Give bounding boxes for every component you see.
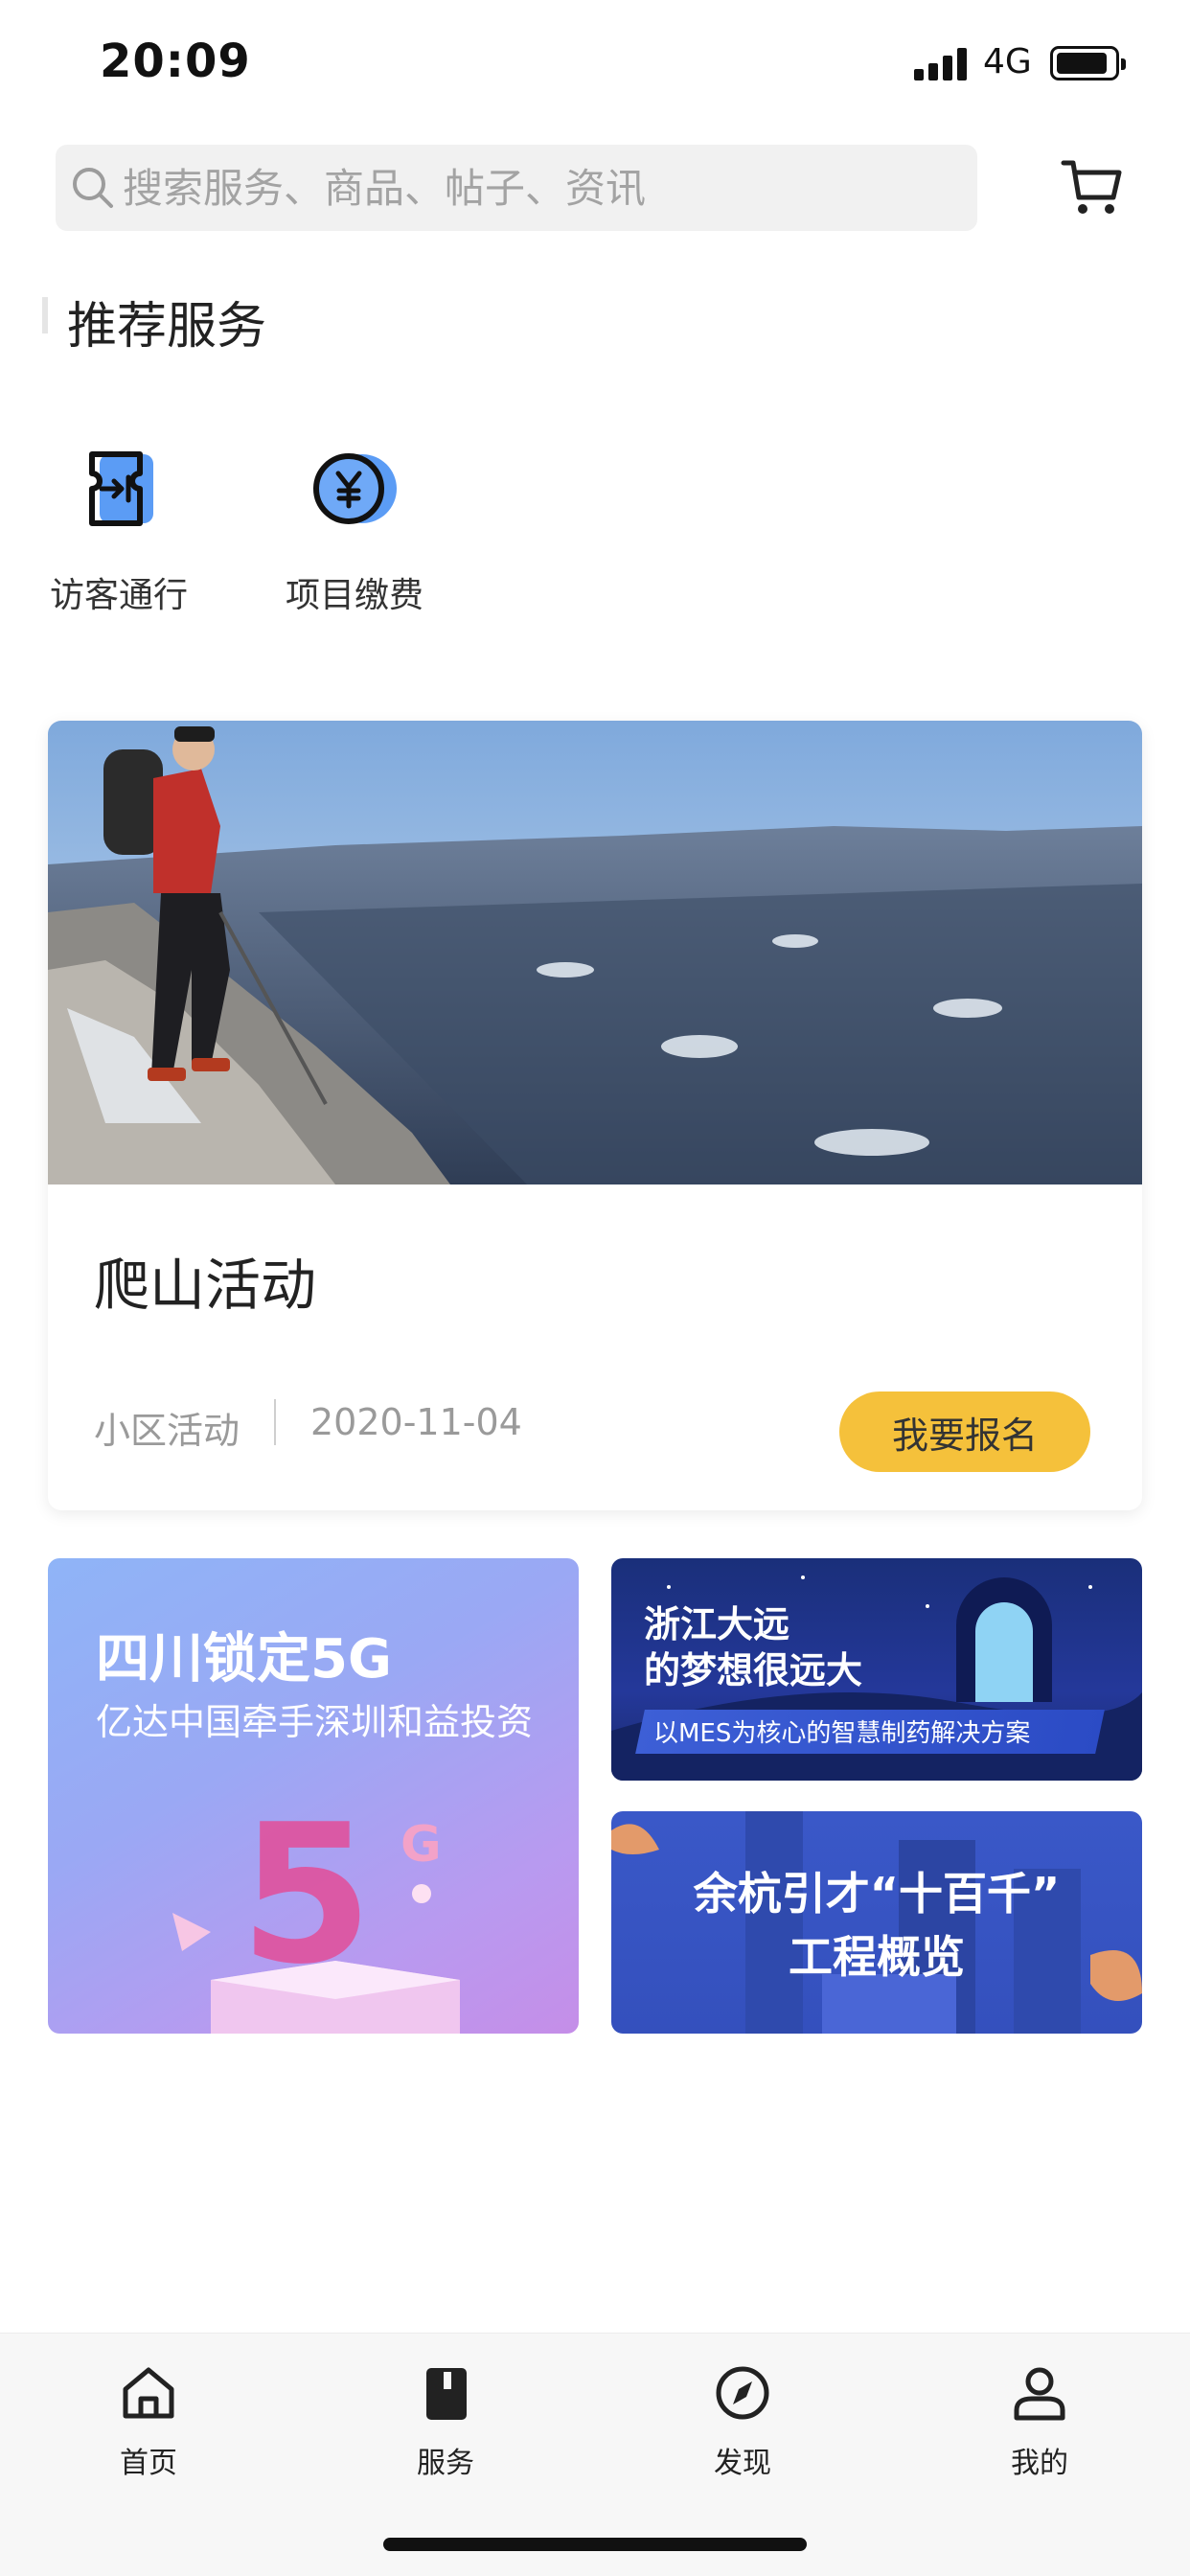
5g-illustration: 5 G [172,1783,460,2034]
section-title: 推荐服务 [67,298,267,356]
cart-icon[interactable] [1058,153,1127,222]
banner-line2: 的梦想很远大 [644,1649,863,1691]
activity-category: 小区活动 [94,1410,240,1452]
banner-line3: 以MES为核心的智慧制药解决方案 [653,1719,1031,1748]
activity-card[interactable]: 爬山活动 小区活动 2020-11-04 我要报名 [48,721,1142,1510]
banner-5g[interactable]: 四川锁定5G 亿达中国牵手深圳和益投资 5 G [48,1558,579,2034]
tab-home[interactable]: 首页 [72,2362,225,2481]
activity-date: 2020-11-04 [310,1401,522,1443]
service-label: 项目缴费 [285,576,423,615]
svg-text:G: G [400,1816,442,1874]
search-input[interactable] [123,145,947,231]
compass-icon [716,2366,769,2420]
tab-discover[interactable]: 发现 [666,2362,819,2481]
activity-image [48,721,1142,1184]
visitor-pass-icon [89,451,153,526]
divider [274,1399,276,1445]
svg-text:5: 5 [240,1783,373,2007]
banner-title: 四川锁定5G [96,1628,392,1690]
service-label: 访客通行 [49,576,188,615]
section-indicator [42,297,48,334]
search-bar[interactable] [56,145,977,231]
banner-line1: 浙江大远 [644,1603,790,1645]
service-project-payment[interactable]: 项目缴费 [259,443,450,617]
tab-me[interactable]: 我的 [963,2362,1116,2481]
tab-label: 我的 [1011,2447,1068,2480]
search-icon [73,168,113,208]
tab-label: 发现 [714,2447,771,2480]
service-visitor-pass[interactable]: 访客通行 [23,443,215,617]
activity-title: 爬山活动 [94,1253,317,1318]
signal-icon [914,48,968,80]
network-type: 4G [983,42,1032,81]
signup-button[interactable]: 我要报名 [839,1392,1090,1472]
tab-service[interactable]: 服务 [369,2362,522,2481]
service-icon [426,2368,467,2420]
banner-yuhang[interactable]: 余杭引才“十百千” 工程概览 [611,1811,1142,2034]
yuan-payment-icon [313,453,397,524]
user-icon [1014,2367,1065,2421]
status-bar: 20:09 4G [0,0,1190,126]
banner-line1: 余杭引才“十百千” [693,1868,1061,1920]
battery-icon [1050,46,1126,80]
banner-zhejiang[interactable]: 浙江大远 的梦想很远大 以MES为核心的智慧制药解决方案 [611,1558,1142,1781]
banner-subtitle: 亿达中国牵手深圳和益投资 [96,1701,534,1743]
tab-label: 首页 [120,2447,177,2480]
tab-label: 服务 [417,2447,474,2480]
home-indicator [383,2538,807,2551]
status-time: 20:09 [100,34,251,88]
home-icon [123,2367,174,2419]
banner-line2: 工程概览 [789,1931,965,1983]
